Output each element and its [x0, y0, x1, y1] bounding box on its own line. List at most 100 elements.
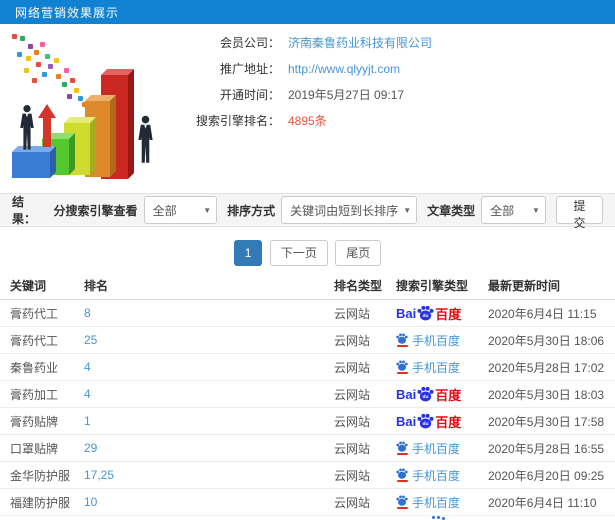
- baidu-cn-text: 百度: [435, 387, 462, 403]
- svg-text:du: du: [423, 313, 429, 319]
- table-row: 金华防护服 17,25 云网站 Bai du 百度: [0, 461, 615, 489]
- next-page-button[interactable]: 下一页: [269, 240, 328, 266]
- mobile-baidu-paw-icon: [396, 495, 408, 509]
- sort-filter-label: 排序方式: [227, 203, 276, 218]
- rank-type-cell: 云网站: [330, 353, 392, 381]
- promo-url-row: 推广地址： http://www.qlyyjt.com: [170, 60, 615, 77]
- rank-cell[interactable]: 4: [80, 353, 330, 381]
- updated-cell: 2020年6月4日 11:10: [484, 488, 615, 516]
- baidu-pc-logo: Bai du 百度: [396, 385, 461, 404]
- keyword-cell: 福建防护服: [0, 488, 80, 516]
- confetti-decoration: [12, 34, 17, 39]
- partial-next-row-icon: [432, 516, 435, 519]
- businessman-left-figure: [20, 105, 34, 150]
- engine-cell: Bai du 百度: [392, 380, 484, 408]
- chart-illustration: [8, 30, 168, 182]
- keyword-cell: 膏药加工: [0, 380, 80, 408]
- table-row: 口罩贴牌 29 云网站 Bai du 百度: [0, 434, 615, 462]
- col-updated: 最新更新时间: [484, 272, 615, 300]
- keyword-cell: 金华防护服: [0, 461, 80, 489]
- rank-cell[interactable]: 8: [80, 299, 330, 327]
- col-rank: 排名: [80, 272, 330, 300]
- baidu-mobile-logo: 手机百度: [396, 494, 460, 511]
- baidu-paw-icon: du: [417, 305, 434, 321]
- rank-type-cell: 云网站: [330, 488, 392, 516]
- article-type-select[interactable]: 全部 ▼: [481, 196, 546, 224]
- baidu-bai-text: Bai: [396, 413, 417, 429]
- baidu-cn-text: 百度: [435, 414, 462, 430]
- mobile-baidu-label: 手机百度: [412, 333, 461, 348]
- promo-url-label: 推广地址：: [219, 62, 280, 76]
- rank-cell[interactable]: 1: [80, 407, 330, 435]
- engine-cell: Bai du 百度: [392, 326, 484, 354]
- results-table: 关键词 排名 排名类型 搜索引擎类型 最新更新时间 膏药代工 8 云网站 Bai: [0, 272, 615, 516]
- col-rank-type: 排名类型: [330, 272, 392, 300]
- article-type-label: 文章类型: [427, 203, 476, 218]
- updated-cell: 2020年5月28日 16:55: [484, 434, 615, 462]
- table-row: 膏药加工 4 云网站 Bai du 百度 2020年5月30日 18:03: [0, 380, 615, 408]
- growth-arrow-icon: [38, 104, 56, 150]
- result-label: 结果：: [12, 195, 37, 226]
- chevron-down-icon: ▼: [403, 206, 412, 215]
- open-time-row: 开通时间： 2019年5月27日 09:17: [170, 86, 615, 103]
- updated-cell: 2020年5月28日 17:02: [484, 353, 615, 381]
- marketing-effect-page: 网络营销效果展示 会员公司： 济南秦鲁药业科技有限公司 推广地址： http:/…: [0, 0, 615, 520]
- rank-cell[interactable]: 29: [80, 434, 330, 462]
- updated-cell: 2020年6月4日 11:15: [484, 299, 615, 327]
- company-fields: 会员公司： 济南秦鲁药业科技有限公司 推广地址： http://www.qlyy…: [170, 34, 615, 138]
- engine-rank-row: 搜索引擎排名： 4895条: [170, 112, 615, 129]
- mobile-baidu-paw-icon: [396, 333, 408, 347]
- open-time-value: 2019年5月27日 09:17: [288, 88, 405, 102]
- member-company-link[interactable]: 济南秦鲁药业科技有限公司: [288, 34, 432, 51]
- table-row: 膏药代工 8 云网站 Bai du 百度 2020年6月4日 11:15: [0, 299, 615, 327]
- page-title: 网络营销效果展示: [15, 5, 120, 20]
- table-header-row: 关键词 排名 排名类型 搜索引擎类型 最新更新时间: [0, 272, 615, 300]
- sort-filter-select[interactable]: 关键词由短到长排序 ▼: [281, 196, 418, 224]
- engine-rank-count: 4895条: [288, 114, 327, 128]
- baidu-mobile-logo: 手机百度: [396, 359, 460, 376]
- mobile-baidu-label: 手机百度: [412, 441, 461, 456]
- mobile-baidu-label: 手机百度: [412, 360, 461, 375]
- keyword-cell: 膏药代工: [0, 326, 80, 354]
- updated-cell: 2020年5月30日 17:58: [484, 407, 615, 435]
- engine-filter-value: 全部: [152, 203, 177, 218]
- member-company-row: 会员公司： 济南秦鲁药业科技有限公司: [170, 34, 615, 51]
- submit-button[interactable]: 提交: [555, 196, 603, 230]
- table-row: 膏药贴牌 1 云网站 Bai du 百度 2020年5月30日 17:58: [0, 407, 615, 435]
- chevron-down-icon: ▼: [532, 206, 540, 215]
- mobile-baidu-label: 手机百度: [412, 468, 461, 483]
- engine-cell: Bai du 百度: [392, 434, 484, 462]
- col-keyword: 关键词: [0, 272, 80, 300]
- engine-filter-label: 分搜索引擎查看: [53, 203, 138, 218]
- baidu-bai-text: Bai: [396, 305, 417, 321]
- baidu-mobile-logo: 手机百度: [396, 332, 460, 349]
- open-time-label: 开通时间：: [219, 88, 280, 102]
- mobile-baidu-paw-icon: [396, 360, 408, 374]
- rank-cell[interactable]: 25: [80, 326, 330, 354]
- rank-cell[interactable]: 4: [80, 380, 330, 408]
- table-row: 膏药代工 25 云网站 Bai du 百度: [0, 326, 615, 354]
- rank-type-cell: 云网站: [330, 299, 392, 327]
- rank-cell[interactable]: 10: [80, 488, 330, 516]
- results-table-wrap: 关键词 排名 排名类型 搜索引擎类型 最新更新时间 膏药代工 8 云网站 Bai: [0, 272, 615, 520]
- rank-type-cell: 云网站: [330, 326, 392, 354]
- engine-filter-select[interactable]: 全部 ▼: [143, 196, 218, 224]
- svg-text:du: du: [423, 394, 429, 400]
- mobile-baidu-paw-icon: [396, 441, 408, 455]
- chevron-down-icon: ▼: [203, 206, 212, 215]
- page-1-button[interactable]: 1: [233, 240, 263, 266]
- keyword-cell: 秦鲁药业: [0, 353, 80, 381]
- promo-url-link[interactable]: http://www.qlyyjt.com: [288, 62, 400, 76]
- updated-cell: 2020年5月30日 18:03: [484, 380, 615, 408]
- rank-type-cell: 云网站: [330, 461, 392, 489]
- baidu-pc-logo: Bai du 百度: [396, 304, 461, 323]
- baidu-paw-icon: du: [417, 413, 434, 429]
- updated-cell: 2020年5月30日 18:06: [484, 326, 615, 354]
- article-type-value: 全部: [490, 203, 515, 218]
- engine-cell: Bai du 百度: [392, 299, 484, 327]
- engine-cell: Bai du 百度: [392, 407, 484, 435]
- rank-type-cell: 云网站: [330, 407, 392, 435]
- last-page-button[interactable]: 尾页: [335, 240, 382, 266]
- businessman-right-figure: [138, 115, 153, 163]
- rank-cell[interactable]: 17,25: [80, 461, 330, 489]
